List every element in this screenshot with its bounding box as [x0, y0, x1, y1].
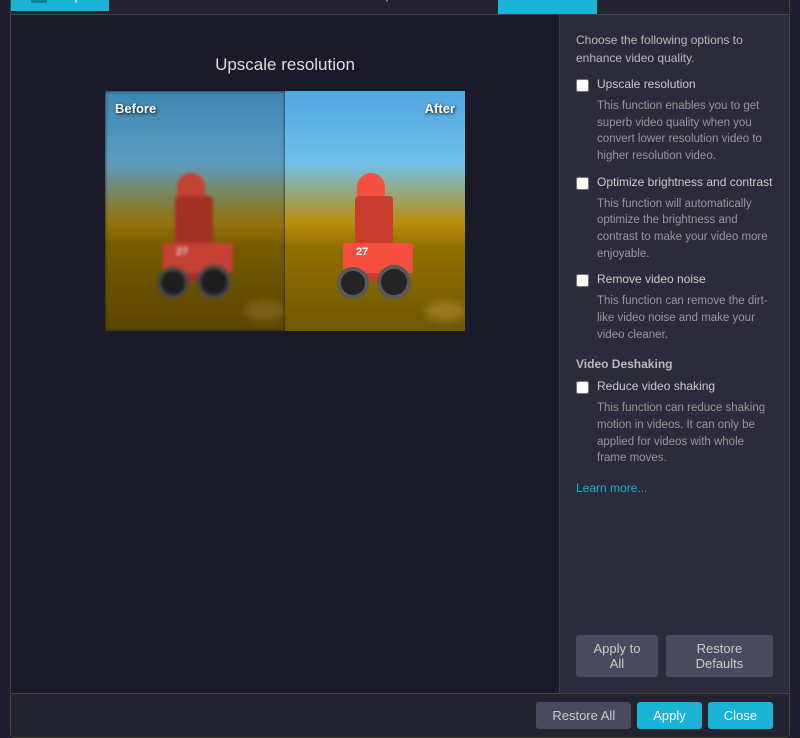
after-label: After: [425, 101, 455, 116]
deshake-desc: This function can reduce shaking motion …: [597, 400, 773, 467]
bottom-buttons: Restore All Apply Close: [536, 702, 773, 729]
nav-tabs: Rotate 3D Crop Effect Enhance Watermark: [109, 0, 789, 14]
preview-panel: Upscale resolution Before: [11, 15, 559, 693]
dirt-cloud-after: [425, 301, 465, 321]
bike-wheel-r-after: [337, 267, 369, 299]
tab-rotate[interactable]: Rotate: [190, 0, 276, 14]
learn-more-link[interactable]: Learn more...: [576, 481, 773, 495]
file-tab-label: 4.mp4: [53, 0, 89, 3]
rider-after: 27: [335, 161, 415, 301]
noise-desc: This function can remove the dirt-like v…: [597, 293, 773, 343]
option-noise-row: Remove video noise: [576, 272, 773, 287]
brightness-label[interactable]: Optimize brightness and contrast: [597, 175, 772, 189]
brightness-desc: This function will automatically optimiz…: [597, 196, 773, 263]
tab-effect[interactable]: Effect: [417, 0, 498, 14]
rider-before: 27: [155, 161, 235, 301]
apply-button[interactable]: Apply: [637, 702, 702, 729]
dirt-cloud: [245, 301, 285, 321]
file-icon: [31, 0, 47, 3]
upscale-label[interactable]: Upscale resolution: [597, 77, 696, 91]
close-button[interactable]: Close: [708, 702, 773, 729]
before-label: Before: [115, 101, 156, 116]
preview-after: After 27: [285, 91, 465, 331]
restore-defaults-button[interactable]: Restore Defaults: [666, 635, 773, 677]
upscale-checkbox[interactable]: [576, 79, 589, 92]
noise-label[interactable]: Remove video noise: [597, 272, 706, 286]
deshake-label[interactable]: Reduce video shaking: [597, 379, 715, 393]
bike-wheel-f-after: [377, 265, 411, 299]
upscale-desc: This function enables you to get superb …: [597, 98, 773, 165]
option-brightness-row: Optimize brightness and contrast: [576, 175, 773, 190]
bike-number-after: 27: [353, 245, 371, 259]
file-tab[interactable]: 4.mp4: [11, 0, 109, 11]
noise-checkbox[interactable]: [576, 274, 589, 287]
tab-crop[interactable]: Crop: [341, 0, 417, 14]
bike-number: 27: [173, 245, 191, 259]
option-upscale-row: Upscale resolution: [576, 77, 773, 92]
edit-dialog: Edit ✕ 4.mp4 Rotate 3D Crop Effect Enhan…: [10, 0, 790, 738]
content-area: Upscale resolution Before: [11, 15, 789, 693]
tab-watermark[interactable]: Watermark: [597, 0, 708, 14]
option-deshake-row: Reduce video shaking: [576, 379, 773, 394]
tab-bar: 4.mp4 Rotate 3D Crop Effect Enhance Wate…: [11, 0, 789, 15]
after-image: 27: [285, 91, 465, 331]
deshake-checkbox[interactable]: [576, 381, 589, 394]
deshaking-section-header: Video Deshaking: [576, 357, 773, 371]
preview-before: Before 27: [105, 91, 285, 331]
preview-images: Before 27: [105, 91, 465, 331]
right-panel: Choose the following options to enhance …: [559, 15, 789, 693]
bike-wheel-r: [157, 267, 189, 299]
apply-to-all-button[interactable]: Apply to All: [576, 635, 658, 677]
before-image: 27: [105, 91, 285, 331]
restore-all-button[interactable]: Restore All: [536, 702, 631, 729]
intro-text: Choose the following options to enhance …: [576, 31, 773, 67]
bike-wheel-f: [197, 265, 231, 299]
tab-3d[interactable]: 3D: [276, 0, 341, 14]
preview-title: Upscale resolution: [215, 55, 355, 75]
bottom-bar: Restore All Apply Close: [11, 693, 789, 737]
tab-enhance[interactable]: Enhance: [498, 0, 597, 14]
brightness-checkbox[interactable]: [576, 177, 589, 190]
